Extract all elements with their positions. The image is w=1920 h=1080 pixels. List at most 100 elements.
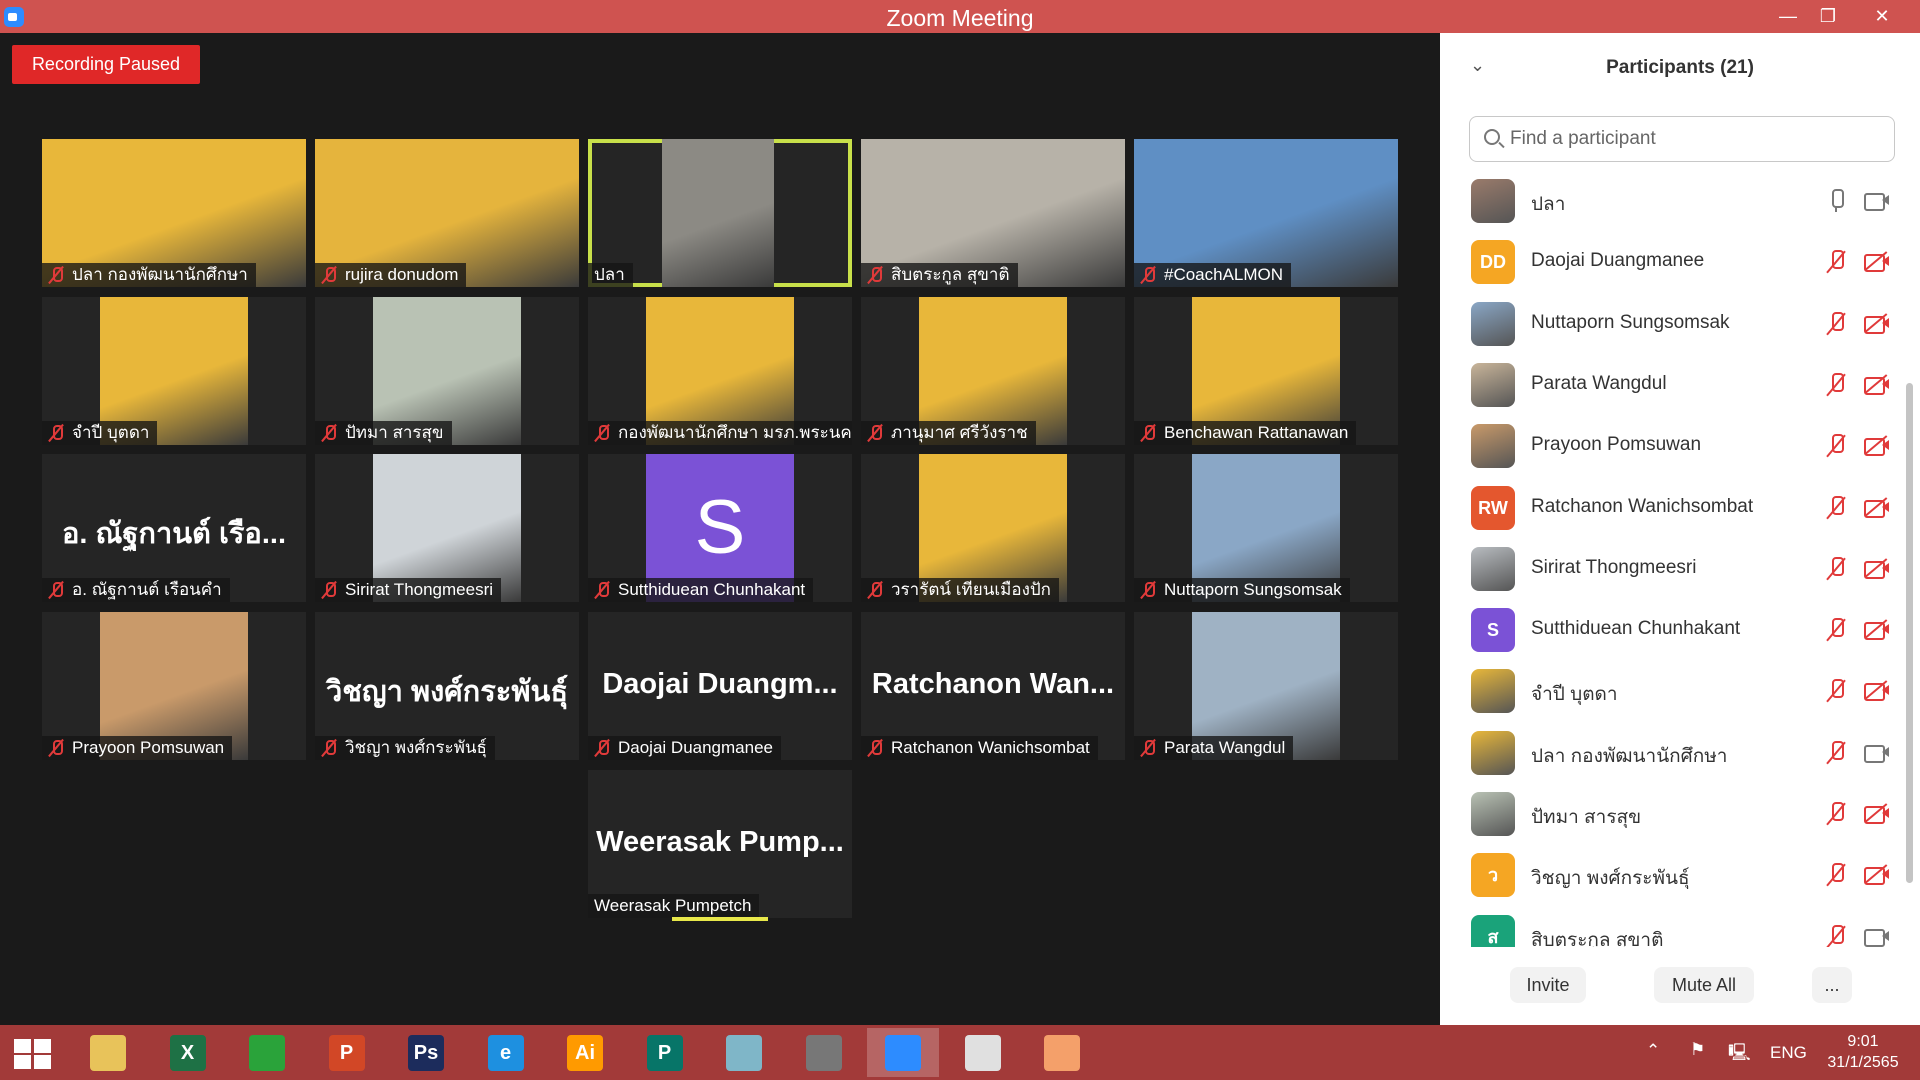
mic-muted-icon[interactable] [1828,250,1844,274]
camera-off-icon[interactable] [1864,864,1890,886]
taskbar-powerpoint[interactable]: P [311,1028,383,1077]
taskbar-file-explorer[interactable] [72,1028,144,1077]
windows-start-icon[interactable] [14,1039,52,1069]
participant-row[interactable]: Nuttaporn Sungsomsak [1440,294,1910,355]
camera-icon[interactable] [1864,743,1890,763]
network-icon[interactable]: 🖳 [1728,1040,1751,1069]
participant-list-scrollbar[interactable] [1906,383,1913,883]
language-indicator[interactable]: ENG [1770,1043,1807,1063]
participant-video [662,139,774,287]
taskbar-zoom[interactable] [867,1028,939,1077]
video-tile[interactable]: ปัทมา สารสุข [315,297,579,445]
taskbar-photoshop[interactable]: Ps [390,1028,462,1077]
mic-icon[interactable] [1828,189,1844,213]
taskbar-store[interactable] [231,1028,303,1077]
video-tile[interactable]: #CoachALMON [1134,139,1398,287]
taskbar-excel[interactable]: X [152,1028,224,1077]
flag-icon[interactable]: ⚑ [1690,1040,1705,1060]
mic-muted-icon[interactable] [1828,740,1844,765]
camera-off-icon[interactable] [1864,251,1890,273]
taskbar-photoscape[interactable] [788,1028,860,1077]
taskbar-chrome[interactable] [947,1028,1019,1077]
video-tile[interactable]: Sirirat Thongmeesri [315,454,579,602]
video-tile[interactable]: Weerasak Pump... Weerasak Pumpetch [588,770,852,918]
recording-paused-badge[interactable]: Recording Paused [12,45,200,84]
taskbar-clock[interactable]: 9:01 31/1/2565 [1818,1031,1908,1073]
video-tile[interactable]: สิบตระกูล สุขาติ [861,139,1125,287]
video-tile[interactable]: วรารัตน์ เทียนเมืองปัก [861,454,1125,602]
participant-name: Sirirat Thongmeesri [1531,556,1697,578]
participant-row[interactable]: RW Ratchanon Wanichsombat [1440,478,1910,539]
video-tile[interactable]: ปลา [588,139,852,287]
participant-row[interactable]: Parata Wangdul [1440,355,1910,416]
video-tile[interactable]: Prayoon Pomsuwan [42,612,306,760]
participant-row[interactable]: S Sutthiduean Chunhakant [1440,600,1910,661]
video-tile[interactable]: ปลา กองพัฒนานักศึกษา [42,139,306,287]
participant-name: Nuttaporn Sungsomsak [1531,311,1730,333]
taskbar-illustrator[interactable]: Ai [549,1028,621,1077]
mic-muted-icon[interactable] [1828,618,1844,642]
close-button[interactable]: ✕ [1862,0,1902,33]
video-tile[interactable]: ภานุมาศ ศรีวังราช [861,297,1125,445]
camera-off-icon[interactable] [1864,435,1890,457]
video-tile[interactable]: Ratchanon Wan... Ratchanon Wanichsombat [861,612,1125,760]
participant-row[interactable]: ปลา กองพัฒนานักศึกษา [1440,723,1910,784]
camera-icon[interactable] [1864,927,1890,947]
taskbar-notes[interactable] [708,1028,780,1077]
video-tile[interactable]: Benchawan Rattanawan [1134,297,1398,445]
video-tile[interactable]: จำปี บุตดา [42,297,306,445]
participant-row[interactable]: ส สิบตระกูล สุขาติ [1440,907,1910,947]
mic-muted-icon [594,581,610,599]
camera-off-icon[interactable] [1864,680,1890,702]
video-tile[interactable]: Parata Wangdul [1134,612,1398,760]
camera-off-icon[interactable] [1864,496,1890,518]
mic-muted-icon[interactable] [1828,311,1844,336]
participant-row[interactable]: DD Daojai Duangmanee [1440,232,1910,293]
invite-button[interactable]: Invite [1510,967,1586,1003]
mute-all-button[interactable]: Mute All [1654,967,1754,1003]
more-options-button[interactable]: ... [1812,967,1852,1003]
video-tile[interactable]: Daojai Duangm... Daojai Duangmanee [588,612,852,760]
mic-muted-icon[interactable] [1828,863,1844,887]
minimize-button[interactable]: — [1768,0,1808,33]
search-input[interactable] [1510,125,1880,153]
mic-muted-icon[interactable] [1828,372,1844,397]
participant-row[interactable]: จำปี บุตดา [1440,661,1910,722]
camera-off-icon[interactable] [1864,619,1890,641]
tray-overflow-chevron-icon[interactable]: ⌃ [1646,1041,1660,1061]
mic-muted-icon[interactable] [1828,924,1844,947]
participant-avatar [1471,792,1515,836]
taskbar-internet-explorer[interactable]: e [470,1028,542,1077]
mic-muted-icon[interactable] [1828,495,1844,520]
tile-participant-name: Weerasak Pumpetch [594,896,752,915]
camera-off-icon[interactable] [1864,312,1890,334]
tile-participant-name: Benchawan Rattanawan [1164,423,1349,442]
participant-row[interactable]: ปัทมา สารสุข [1440,784,1910,845]
restore-button[interactable]: ❐ [1808,0,1848,33]
taskbar-publisher[interactable]: P [629,1028,701,1077]
video-tile[interactable]: กองพัฒนานักศึกษา มรภ.พระนคร [588,297,852,445]
video-tile[interactable]: rujira donudom [315,139,579,287]
mic-muted-icon[interactable] [1828,802,1844,826]
mic-muted-icon[interactable] [1828,556,1844,581]
mic-muted-icon[interactable] [1828,434,1844,458]
participant-row[interactable]: Prayoon Pomsuwan [1440,416,1910,477]
camera-off-icon[interactable] [1864,803,1890,824]
participant-row[interactable]: ว วิชญา พงศ์กระพันธุ์ [1440,845,1910,906]
participant-search[interactable] [1469,116,1895,162]
tile-participant-name: วรารัตน์ เทียนเมืองปัก [891,580,1051,599]
video-tile[interactable]: S Sutthiduean Chunhakant [588,454,852,602]
participant-name: วิชญา พงศ์กระพันธุ์ [1531,868,1690,890]
video-tile[interactable]: อ. ณัฐกานต์ เรือ... อ. ณัฐกานต์ เรือนคำ [42,454,306,602]
participant-name: Ratchanon Wanichsombat [1531,495,1754,517]
video-tile[interactable]: วิชญา พงศ์กระพันธุ์ วิชญา พงศ์กระพันธุ์ [315,612,579,760]
participant-row[interactable]: ปลา [1440,171,1910,232]
video-tile[interactable]: Nuttaporn Sungsomsak [1134,454,1398,602]
mic-muted-icon[interactable] [1828,679,1844,703]
tile-participant-name: ปลา กองพัฒนานักศึกษา [72,265,248,284]
participant-row[interactable]: Sirirat Thongmeesri [1440,539,1910,600]
camera-off-icon[interactable] [1864,558,1890,579]
camera-icon[interactable] [1864,191,1890,211]
taskbar-photo-app[interactable] [1026,1028,1098,1077]
camera-off-icon[interactable] [1864,374,1890,395]
